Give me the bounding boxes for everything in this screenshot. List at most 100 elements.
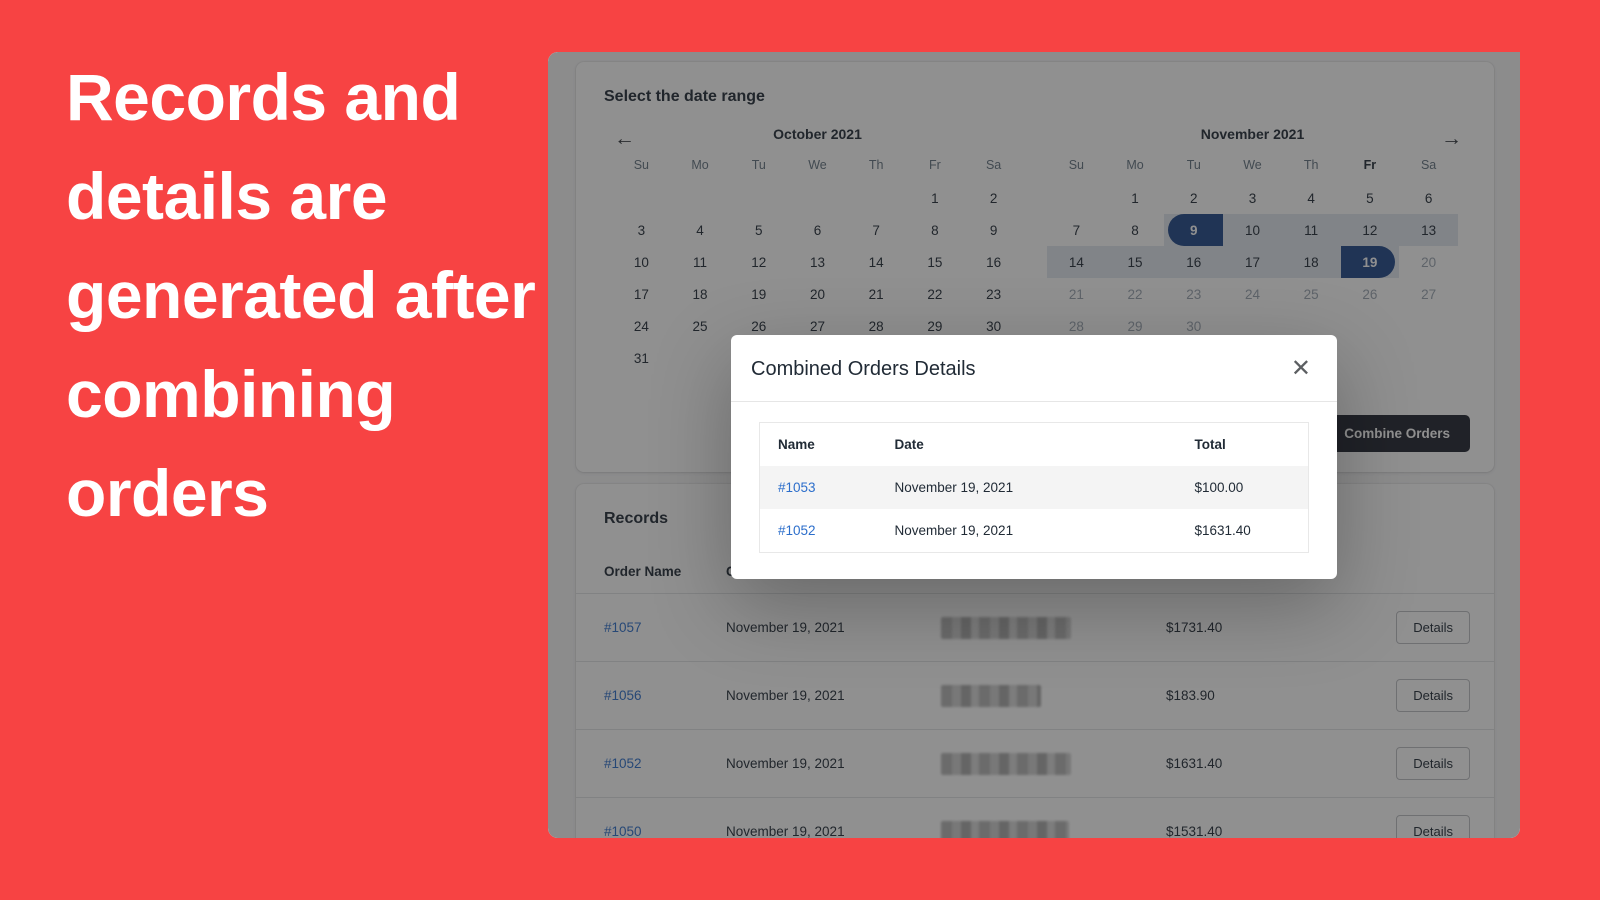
calendar-day-16[interactable]: 16: [964, 246, 1023, 278]
calendar-day-15[interactable]: 15: [906, 246, 965, 278]
details-button[interactable]: Details: [1396, 747, 1470, 780]
weekday-header-we: We: [1243, 158, 1262, 172]
calendar-day-17[interactable]: 17: [612, 278, 671, 310]
calendar-day-16[interactable]: 16: [1164, 246, 1223, 278]
calendar-day-10[interactable]: 10: [612, 246, 671, 278]
calendar-day-1[interactable]: 1: [906, 182, 965, 214]
calendar-day-11[interactable]: 11: [671, 246, 730, 278]
calendar-day-17[interactable]: 17: [1223, 246, 1282, 278]
calendar-day-25[interactable]: 25: [671, 310, 730, 342]
calendar-day-number: 18: [692, 286, 708, 302]
calendar-day-9[interactable]: 9: [964, 214, 1023, 246]
weekday-header-tu: Tu: [751, 158, 766, 172]
calendar-day-11[interactable]: 11: [1281, 214, 1341, 246]
calendar-day-26: 26: [1341, 278, 1400, 310]
calendar-day-7[interactable]: 7: [847, 214, 906, 246]
calendar-day-10[interactable]: 10: [1223, 214, 1282, 246]
modal-header: Combined Orders Details ✕: [731, 335, 1337, 402]
calendar-day-8[interactable]: 8: [1106, 214, 1165, 246]
calendar-day-15[interactable]: 15: [1105, 246, 1165, 278]
record-total-cell: $1631.40: [1166, 729, 1356, 798]
calendar-day-22[interactable]: 22: [906, 278, 965, 310]
calendar-day-9[interactable]: 9: [1164, 214, 1223, 246]
weekday-header-sa: Sa: [1420, 158, 1437, 172]
calendar-day-14[interactable]: 14: [1047, 246, 1106, 278]
calendar-day-empty: [671, 182, 730, 214]
modal-order-link[interactable]: #1053: [778, 480, 816, 495]
calendar-day-7[interactable]: 7: [1047, 214, 1106, 246]
calendar-day-5[interactable]: 5: [729, 214, 788, 246]
order-link[interactable]: #1052: [604, 756, 642, 771]
calendar-day-number: 20: [1421, 254, 1437, 270]
calendar-day-number: 4: [696, 222, 704, 238]
calendar-day-number: 21: [868, 286, 884, 302]
calendar-day-number: 9: [1190, 222, 1198, 238]
calendar-container: ← → October 2021 Su Mo Tu We Th Fr Sa 1 2 3 4 5 6 7 8 9 1…: [576, 106, 1494, 374]
calendar-day-number: 11: [1304, 222, 1319, 238]
calendar-day-12[interactable]: 12: [729, 246, 788, 278]
calendar-day-8[interactable]: 8: [906, 214, 965, 246]
calendar-day-23[interactable]: 23: [964, 278, 1023, 310]
calendar-day-number: 2: [1190, 190, 1198, 206]
calendar-day-6[interactable]: 6: [788, 214, 847, 246]
order-link[interactable]: #1056: [604, 688, 642, 703]
order-link[interactable]: #1057: [604, 620, 642, 635]
calendar-day-24[interactable]: 24: [612, 310, 671, 342]
calendar-day-19[interactable]: 19: [729, 278, 788, 310]
calendar-day-31[interactable]: 31: [612, 342, 671, 374]
record-order-cell: #1057: [576, 593, 726, 662]
calendar-day-3[interactable]: 3: [612, 214, 671, 246]
arrow-left-icon[interactable]: ←: [614, 128, 635, 149]
calendar-day-number: 7: [1072, 222, 1081, 238]
calendar-day-4[interactable]: 4: [1282, 182, 1341, 214]
modal-order-link[interactable]: #1052: [778, 523, 816, 538]
modal-name-cell: #1053: [759, 466, 895, 509]
calendar-day-5[interactable]: 5: [1341, 182, 1400, 214]
calendar-day-number: 16: [986, 254, 1002, 270]
calendar-day-2[interactable]: 2: [1164, 182, 1223, 214]
calendar-day-1[interactable]: 1: [1106, 182, 1165, 214]
calendar-day-20[interactable]: 20: [788, 278, 847, 310]
calendar-day-13[interactable]: 13: [1399, 214, 1458, 246]
calendar-day-6[interactable]: 6: [1399, 182, 1458, 214]
table-row: #1056 November 19, 2021 $183.90 Details: [576, 661, 1494, 730]
calendar-month-label: October 2021: [773, 126, 862, 142]
calendar-day-18[interactable]: 18: [1281, 246, 1341, 278]
calendar-day-18[interactable]: 18: [671, 278, 730, 310]
calendar-day-13[interactable]: 13: [788, 246, 847, 278]
calendar-day-2[interactable]: 2: [964, 182, 1023, 214]
calendar-week-row: 10 11 12 13 14 15 16: [612, 246, 1023, 278]
calendar-day-12[interactable]: 12: [1340, 214, 1400, 246]
calendar-day-number: 5: [1366, 190, 1374, 206]
record-customer-cell: [941, 729, 1166, 798]
records-column-actions: [1356, 550, 1494, 594]
calendar-day-4[interactable]: 4: [671, 214, 730, 246]
record-order-cell: #1056: [576, 661, 726, 730]
calendar-day-21[interactable]: 21: [847, 278, 906, 310]
calendar-day-25: 25: [1282, 278, 1341, 310]
details-button[interactable]: Details: [1396, 815, 1470, 838]
calendar-day-empty: [1399, 310, 1458, 342]
calendar-day-number: 23: [1186, 286, 1202, 302]
calendar-day-number: 1: [931, 190, 939, 206]
modal-table-body: #1053 November 19, 2021 $100.00 #1052 Novemb…: [759, 466, 1309, 553]
modal-date-cell: November 19, 2021: [894, 466, 1195, 509]
details-button[interactable]: Details: [1396, 611, 1470, 644]
calendar-day-14[interactable]: 14: [847, 246, 906, 278]
record-date-cell: November 19, 2021: [726, 729, 941, 798]
calendar-day-number: 19: [751, 286, 767, 302]
modal-date-cell: November 19, 2021: [894, 523, 1014, 538]
weekday-header-we: We: [808, 158, 827, 172]
arrow-right-icon[interactable]: →: [1441, 128, 1462, 149]
close-icon[interactable]: ✕: [1289, 357, 1313, 381]
calendar-day-3[interactable]: 3: [1223, 182, 1282, 214]
record-order-cell: #1050: [576, 797, 726, 838]
calendar-week-row: 1 2 3 4 5 6: [1047, 182, 1458, 214]
calendar-day-empty: [612, 182, 671, 214]
combine-orders-button[interactable]: Combine Orders: [1324, 415, 1470, 452]
order-link[interactable]: #1050: [604, 824, 642, 838]
calendar-day-19[interactable]: 19: [1340, 246, 1400, 278]
combined-orders-modal: Combined Orders Details ✕ Name Date Total …: [731, 335, 1337, 579]
calendar-day-22: 22: [1106, 278, 1165, 310]
details-button[interactable]: Details: [1396, 679, 1470, 712]
